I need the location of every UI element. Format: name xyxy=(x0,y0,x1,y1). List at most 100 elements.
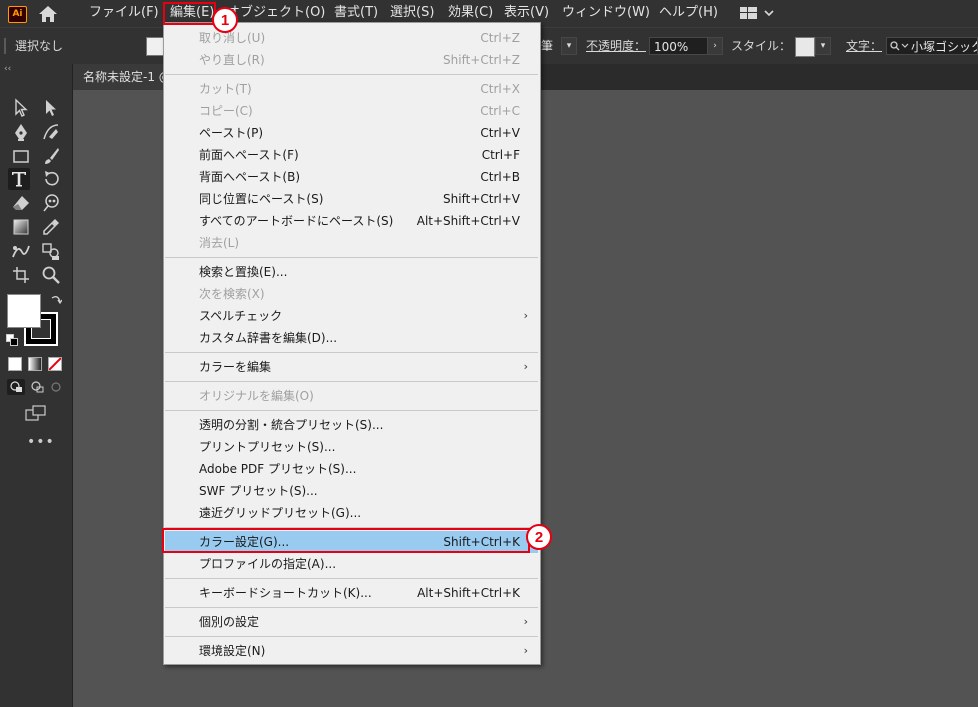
character-label[interactable]: 文字： xyxy=(846,28,882,64)
menu-separator xyxy=(165,74,538,75)
submenu-chevron-icon: › xyxy=(523,360,528,373)
menu-item-individual-settings[interactable]: 個別の設定 › xyxy=(165,611,538,633)
menu-item-edit-original[interactable]: オリジナルを編集(O) xyxy=(165,385,538,407)
menu-item-clear[interactable]: 消去(L) xyxy=(165,232,538,254)
menu-window[interactable]: ウィンドウ(W) xyxy=(562,0,650,27)
style-swatch[interactable] xyxy=(795,37,815,57)
workspace-switcher-icon[interactable] xyxy=(740,6,776,23)
menu-item-find-replace[interactable]: 検索と置換(E)... xyxy=(165,261,538,283)
draw-behind-icon[interactable] xyxy=(28,379,46,395)
none-mode-icon[interactable] xyxy=(48,357,62,371)
menu-item-shortcut: Ctrl+B xyxy=(480,170,520,184)
pen-tool-icon[interactable] xyxy=(10,121,32,143)
step-badge-1: 1 xyxy=(212,7,238,33)
menu-item-label: 環境設定(N) xyxy=(199,644,266,658)
menu-item-spell-check[interactable]: スペルチェック › xyxy=(165,305,538,327)
rectangle-tool-icon[interactable] xyxy=(10,145,32,167)
menu-item-paste-in-place[interactable]: 同じ位置にペースト(S) Shift+Ctrl+V xyxy=(165,188,538,210)
swap-fill-stroke-icon[interactable] xyxy=(50,294,63,309)
menu-item-shortcut: Alt+Shift+Ctrl+K xyxy=(417,586,520,600)
screen-mode-icon[interactable] xyxy=(25,404,47,425)
grip-icon[interactable] xyxy=(4,38,8,54)
menu-item-shortcut: Shift+Ctrl+V xyxy=(443,192,520,206)
menu-separator xyxy=(165,257,538,258)
menu-item-label: Adobe PDF プリセット(S)... xyxy=(199,462,357,476)
menu-item-assign-profile[interactable]: プロファイルの指定(A)... xyxy=(165,553,538,575)
menu-separator xyxy=(165,381,538,382)
opacity-expand-icon[interactable]: › xyxy=(707,37,723,55)
menu-item-label: コピー(C) xyxy=(199,104,253,118)
gradient-tool-icon[interactable] xyxy=(10,216,32,238)
menu-item-perspective-presets[interactable]: 遠近グリッドプリセット(G)... xyxy=(165,502,538,524)
menu-item-swf-presets[interactable]: SWF プリセット(S)... xyxy=(165,480,538,502)
submenu-chevron-icon: › xyxy=(523,644,528,657)
submenu-chevron-icon: › xyxy=(523,615,528,628)
menu-item-cut[interactable]: カット(T) Ctrl+X xyxy=(165,78,538,100)
gradient-mode-icon[interactable] xyxy=(28,357,42,371)
curvature-tool-icon[interactable] xyxy=(40,121,62,143)
paintbrush-tool-icon[interactable] xyxy=(40,145,62,167)
menu-item-pdf-presets[interactable]: Adobe PDF プリセット(S)... xyxy=(165,458,538,480)
menu-item-shortcut: Ctrl+F xyxy=(481,148,520,162)
menu-item-paste-in-back[interactable]: 背面へペースト(B) Ctrl+B xyxy=(165,166,538,188)
menu-item-label: すべてのアートボードにペースト(S) xyxy=(199,214,394,228)
menu-item-paste-in-front[interactable]: 前面へペースト(F) Ctrl+F xyxy=(165,144,538,166)
opacity-label[interactable]: 不透明度： xyxy=(586,28,646,64)
menu-item-label: 透明の分割・統合プリセット(S)... xyxy=(199,418,384,432)
menu-item-print-presets[interactable]: プリントプリセット(S)... xyxy=(165,436,538,458)
blend-tool-icon[interactable] xyxy=(10,240,32,262)
document-tab[interactable]: 名称未設定-1 @ xyxy=(73,64,169,90)
eraser-tool-icon[interactable] xyxy=(10,192,32,214)
fill-swatch[interactable] xyxy=(146,37,164,56)
menu-item-label: カラーを編集 xyxy=(199,360,272,374)
menu-item-label: 背面へペースト(B) xyxy=(199,170,300,184)
menu-item-paste[interactable]: ペースト(P) Ctrl+V xyxy=(165,122,538,144)
menu-item-find-next[interactable]: 次を検索(X) xyxy=(165,283,538,305)
menu-item-paste-all-artboards[interactable]: すべてのアートボードにペースト(S) Alt+Shift+Ctrl+V xyxy=(165,210,538,232)
style-label: スタイル： xyxy=(731,39,792,53)
submenu-chevron-icon: › xyxy=(523,309,528,322)
style-dropdown-icon[interactable]: ▾ xyxy=(815,37,831,55)
selection-tool-icon[interactable] xyxy=(10,97,32,119)
more-tools-icon[interactable]: ••• xyxy=(27,434,55,450)
puppet-warp-tool-icon[interactable] xyxy=(40,192,62,214)
opacity-field[interactable]: 100% xyxy=(649,37,709,55)
menu-item-edit-colors[interactable]: カラーを編集 › xyxy=(165,356,538,378)
eyedropper-tool-icon[interactable] xyxy=(40,216,62,238)
menu-help[interactable]: ヘルプ(H) xyxy=(659,0,718,27)
menu-item-copy[interactable]: コピー(C) Ctrl+C xyxy=(165,100,538,122)
menu-item-edit-dictionary[interactable]: カスタム辞書を編集(D)... xyxy=(165,327,538,349)
menu-separator xyxy=(165,636,538,637)
menu-item-label: SWF プリセット(S)... xyxy=(199,484,318,498)
color-mode-icon[interactable] xyxy=(8,357,22,371)
menu-separator xyxy=(165,410,538,411)
menu-item-label: 同じ位置にペースト(S) xyxy=(199,192,324,206)
type-tool-icon[interactable] xyxy=(8,168,30,190)
menu-item-label: やり直し(R) xyxy=(199,53,265,67)
default-colors-icon[interactable] xyxy=(6,334,18,349)
draw-normal-icon[interactable] xyxy=(7,379,25,395)
menu-item-preferences[interactable]: 環境設定(N) › xyxy=(165,640,538,662)
tools-panel: ‹‹ ••• xyxy=(0,64,73,707)
direct-selection-tool-icon[interactable] xyxy=(40,97,62,119)
draw-inside-icon[interactable] xyxy=(47,379,65,395)
zoom-tool-icon[interactable] xyxy=(40,264,62,286)
menu-item-label: カスタム辞書を編集(D)... xyxy=(199,331,338,345)
menu-item-label: 次を検索(X) xyxy=(199,287,265,301)
menu-item-label: カット(T) xyxy=(199,82,252,96)
menu-item-keyboard-shortcuts[interactable]: キーボードショートカット(K)... Alt+Shift+Ctrl+K xyxy=(165,582,538,604)
brush-dropdown-icon[interactable]: ▾ xyxy=(561,37,577,55)
rotate-tool-icon[interactable] xyxy=(40,168,62,190)
menu-separator xyxy=(165,352,538,353)
color-settings-highlight-box xyxy=(162,528,530,553)
live-paint-tool-icon[interactable] xyxy=(40,240,62,262)
artboard-tool-icon[interactable] xyxy=(10,264,32,286)
fill-color-box[interactable] xyxy=(7,294,41,328)
menu-item-transparency-presets[interactable]: 透明の分割・統合プリセット(S)... xyxy=(165,414,538,436)
menu-item-shortcut: Ctrl+C xyxy=(480,104,520,118)
home-icon[interactable] xyxy=(38,5,58,26)
menu-file[interactable]: ファイル(F) xyxy=(89,0,159,27)
menu-item-redo[interactable]: やり直し(R) Shift+Ctrl+Z xyxy=(165,49,538,71)
menu-separator xyxy=(165,607,538,608)
collapse-panel-icon[interactable]: ‹‹ xyxy=(4,64,11,74)
